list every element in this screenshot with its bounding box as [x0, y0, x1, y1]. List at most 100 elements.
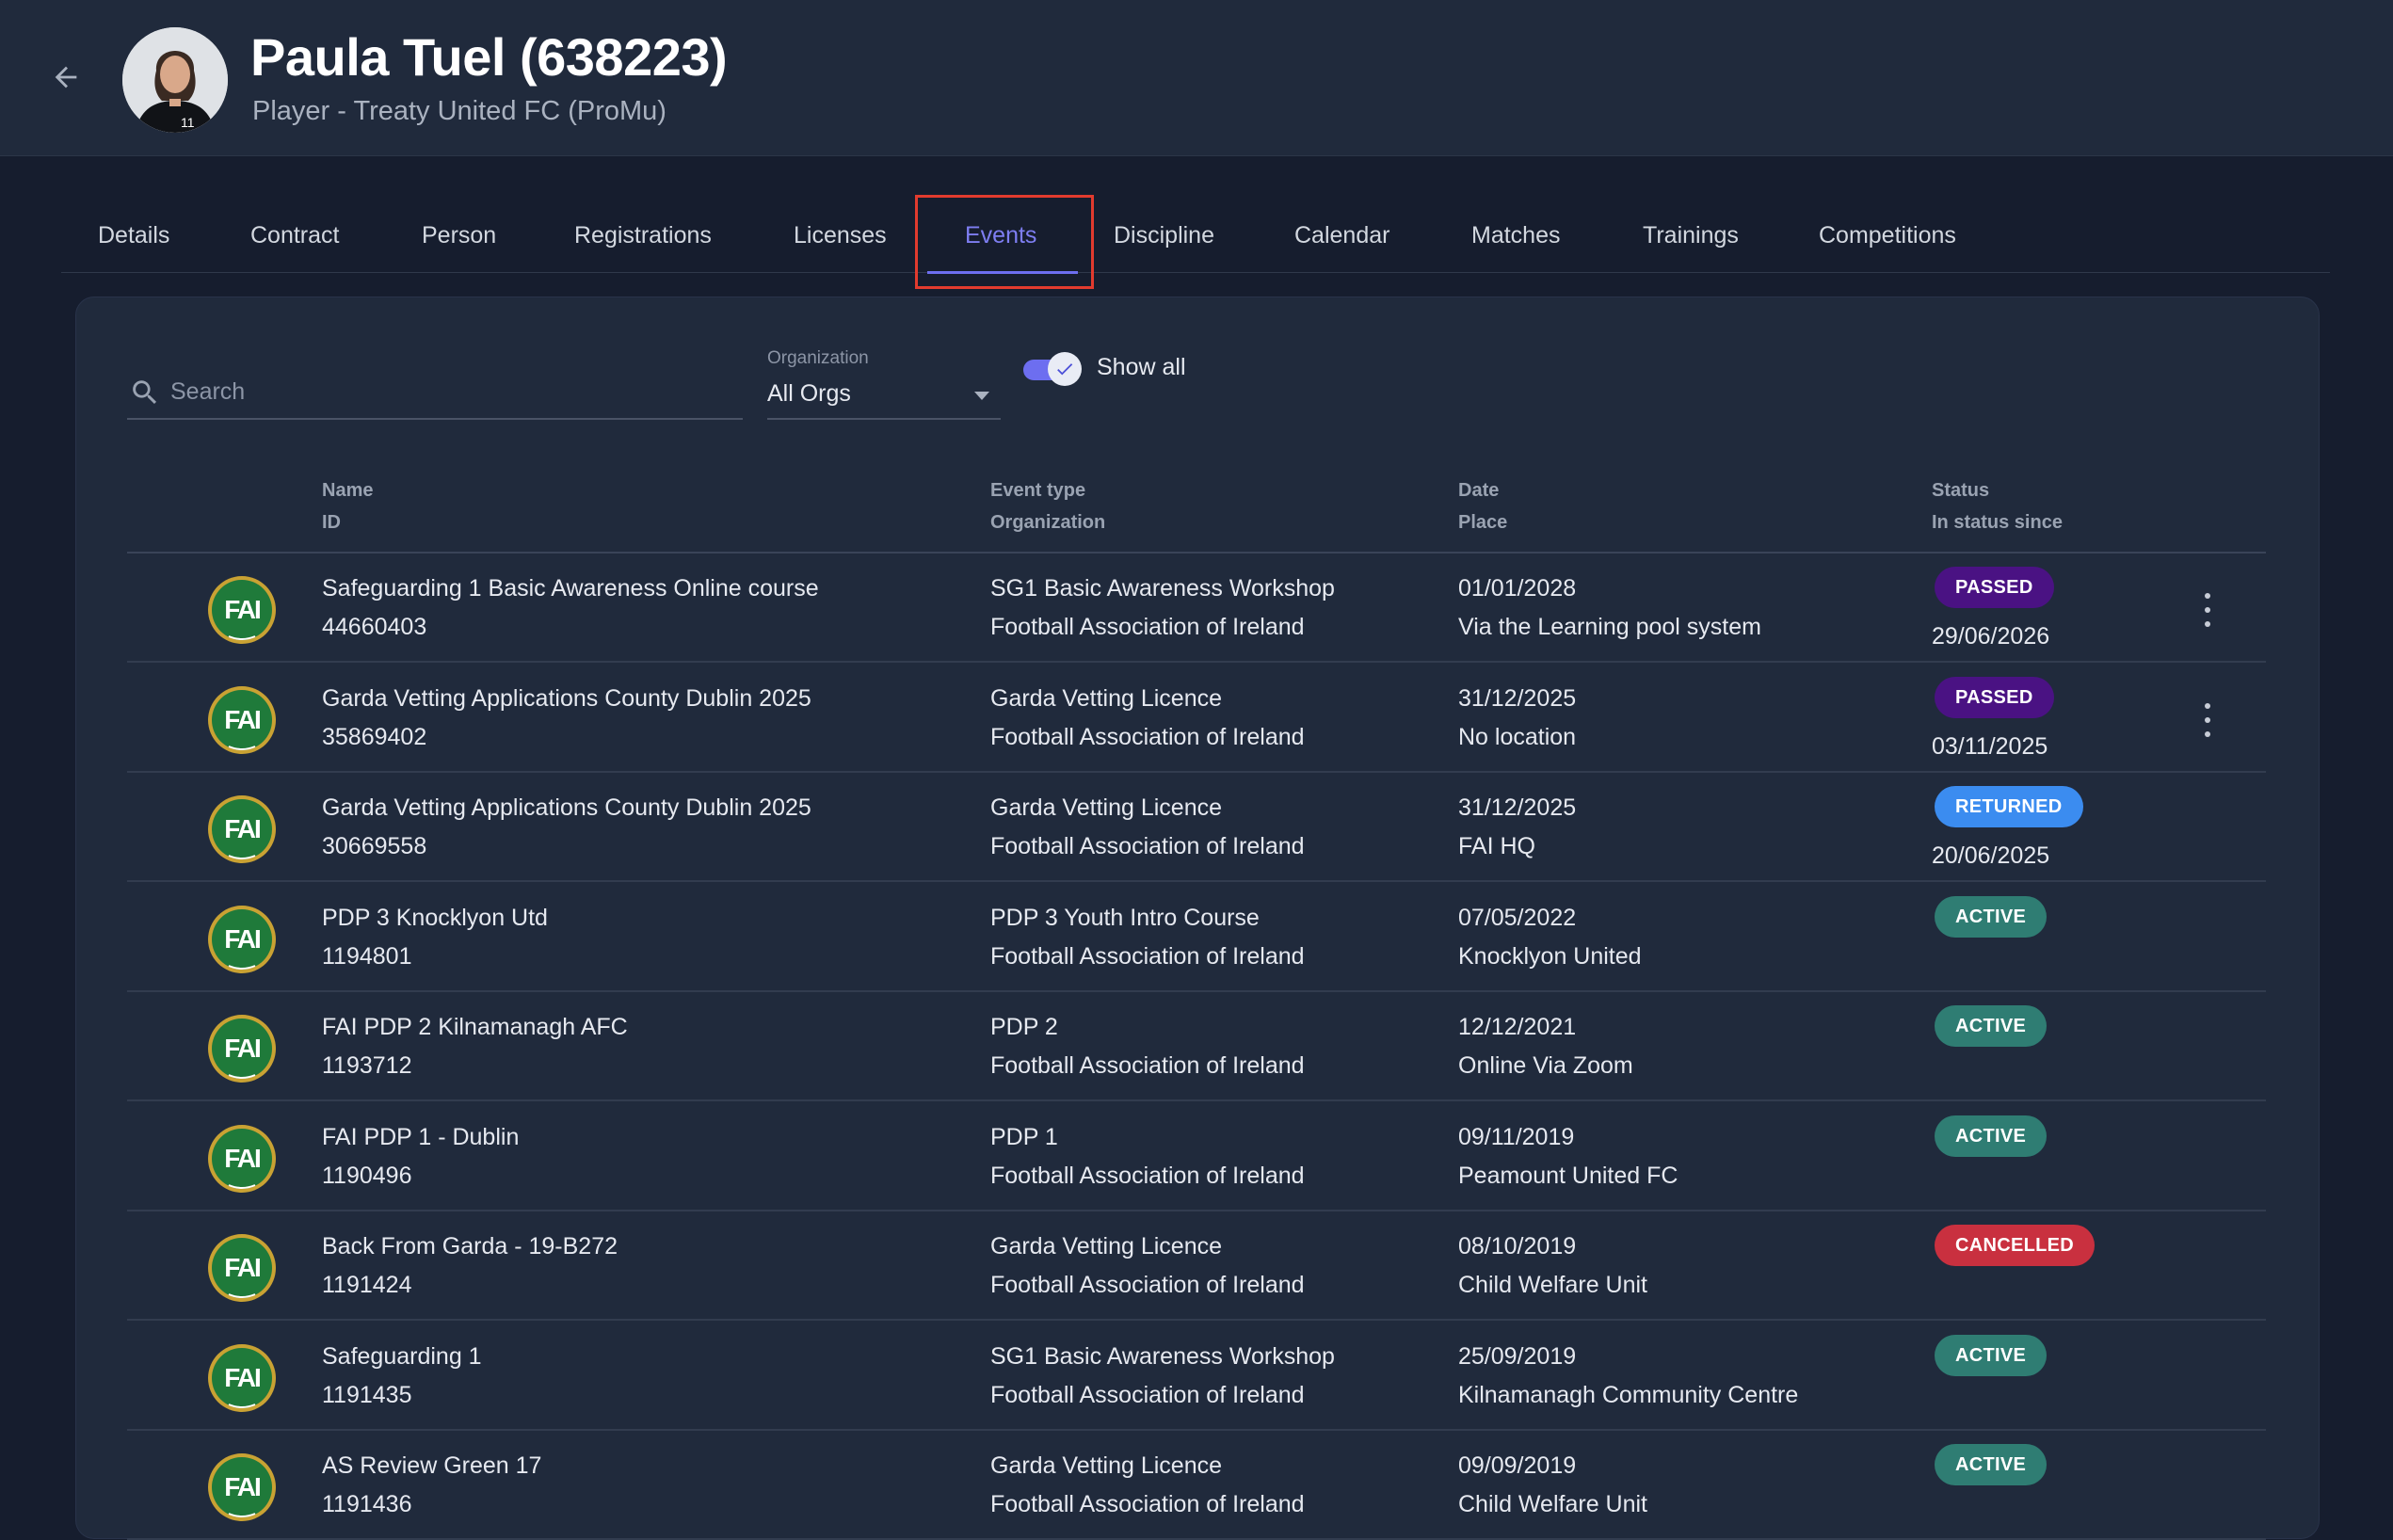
- tab-licenses[interactable]: Licenses: [794, 184, 887, 273]
- table-row[interactable]: FAI Safeguarding 1 1191435 SG1 Basic Awaren…: [127, 1322, 2266, 1431]
- fai-logo-icon: FAI: [208, 905, 276, 973]
- tab-matches[interactable]: Matches: [1471, 184, 1560, 273]
- event-organization: Football Association of Ireland: [990, 614, 1305, 640]
- fai-logo-text: FAI: [224, 1253, 260, 1282]
- status-badge: RETURNED: [1935, 786, 2083, 827]
- avatar: 11: [122, 27, 228, 133]
- search-field: [127, 367, 743, 420]
- fai-logo-icon: FAI: [208, 1343, 276, 1412]
- more-vert-icon[interactable]: [2198, 593, 2217, 627]
- event-type: Garda Vetting Licence: [990, 1452, 1222, 1479]
- event-place: Peamount United FC: [1458, 1162, 1678, 1189]
- status-since: 03/11/2025: [1932, 732, 2048, 760]
- event-type: SG1 Basic Awareness Workshop: [990, 575, 1335, 602]
- column-organization: Organization: [990, 512, 1106, 533]
- tab-contract[interactable]: Contract: [250, 184, 339, 273]
- event-date: 31/12/2025: [1458, 794, 1577, 821]
- event-type: PDP 1: [990, 1123, 1058, 1150]
- tab-trainings[interactable]: Trainings: [1643, 184, 1739, 273]
- fai-logo-text: FAI: [224, 705, 260, 734]
- event-id: 1194801: [322, 942, 412, 970]
- tab-calendar[interactable]: Calendar: [1294, 184, 1389, 273]
- event-place: Kilnamanagh Community Centre: [1458, 1381, 1799, 1408]
- event-organization: Football Association of Ireland: [990, 1162, 1305, 1189]
- column-status-since: In status since: [1932, 512, 2063, 533]
- event-name[interactable]: Garda Vetting Applications County Dublin…: [322, 794, 811, 822]
- event-place: Via the Learning pool system: [1458, 614, 1761, 640]
- show-all-label: Show all: [1097, 354, 1186, 380]
- column-event-type: Event type: [990, 480, 1086, 501]
- fai-logo-text: FAI: [224, 924, 260, 954]
- organization-select[interactable]: Organization All Orgs: [767, 345, 1001, 420]
- fai-logo-text: FAI: [224, 1144, 260, 1173]
- table-row[interactable]: FAI Safeguarding 1 Basic Awareness Online…: [127, 553, 2266, 663]
- event-id: 1193712: [322, 1052, 412, 1079]
- page-subtitle: Player - Treaty United FC (ProMu): [252, 96, 667, 126]
- tab-competitions[interactable]: Competitions: [1819, 184, 1956, 273]
- fai-logo-text: FAI: [224, 1363, 260, 1392]
- table-row[interactable]: FAI FAI PDP 1 - Dublin 1190496 PDP 1 Footbal…: [127, 1102, 2266, 1211]
- event-name[interactable]: Garda Vetting Applications County Dublin…: [322, 684, 811, 713]
- search-input[interactable]: [170, 375, 726, 409]
- event-place: Child Welfare Unit: [1458, 1272, 1648, 1298]
- event-organization: Football Association of Ireland: [990, 1052, 1305, 1079]
- status-since: 29/06/2026: [1932, 623, 2050, 650]
- event-name[interactable]: Safeguarding 1 Basic Awareness Online co…: [322, 574, 819, 602]
- fai-logo-text: FAI: [224, 1472, 260, 1501]
- show-all-toggle[interactable]: [1021, 352, 1084, 386]
- event-date: 08/10/2019: [1458, 1233, 1577, 1259]
- table-row[interactable]: FAI PDP 3 Knocklyon Utd 1194801 PDP 3 Youth…: [127, 883, 2266, 992]
- fai-logo-icon: FAI: [208, 576, 276, 644]
- tab-details[interactable]: Details: [98, 184, 169, 273]
- event-date: 07/05/2022: [1458, 904, 1577, 931]
- tab-registrations[interactable]: Registrations: [574, 184, 712, 273]
- event-organization: Football Association of Ireland: [990, 1381, 1305, 1408]
- event-type: Garda Vetting Licence: [990, 1233, 1222, 1259]
- event-name[interactable]: AS Review Green 17: [322, 1452, 541, 1480]
- table-row[interactable]: FAI AS Review Green 17 1191436 Garda Vettin…: [127, 1431, 2266, 1540]
- page-header: 11 Paula Tuel (638223) Player - Treaty U…: [0, 0, 2393, 156]
- event-name[interactable]: PDP 3 Knocklyon Utd: [322, 904, 548, 932]
- event-name[interactable]: Back From Garda - 19-B272: [322, 1232, 618, 1260]
- fai-logo-text: FAI: [224, 814, 260, 843]
- event-date: 12/12/2021: [1458, 1014, 1577, 1040]
- table-row[interactable]: FAI FAI PDP 2 Kilnamanagh AFC 1193712 PDP 2…: [127, 992, 2266, 1101]
- status-badge: PASSED: [1935, 676, 2054, 718]
- event-organization: Football Association of Ireland: [990, 833, 1305, 859]
- organization-label: Organization: [767, 348, 869, 368]
- fai-logo-icon: FAI: [208, 1453, 276, 1521]
- fai-logo-text: FAI: [224, 595, 260, 624]
- table-row[interactable]: FAI Garda Vetting Applications County Dub…: [127, 773, 2266, 882]
- event-id: 1191436: [322, 1491, 412, 1517]
- back-button[interactable]: [45, 56, 87, 98]
- header-name-id: Name ID: [322, 474, 373, 538]
- event-id: 1191424: [322, 1272, 412, 1298]
- tab-highlight-box: [915, 195, 1094, 289]
- caret-down-icon: [974, 392, 989, 400]
- event-place: Knocklyon United: [1458, 942, 1642, 970]
- more-vert-icon[interactable]: [2198, 702, 2217, 737]
- tab-bar: Details Contract Person Registrations Li…: [61, 184, 2330, 273]
- organization-value: All Orgs: [767, 380, 851, 407]
- event-name[interactable]: FAI PDP 1 - Dublin: [322, 1123, 519, 1151]
- table-row[interactable]: FAI Back From Garda - 19-B272 1191424 Garda…: [127, 1211, 2266, 1321]
- event-place: No location: [1458, 723, 1577, 750]
- status-badge: ACTIVE: [1935, 895, 2048, 938]
- event-type: PDP 2: [990, 1014, 1058, 1040]
- event-name[interactable]: FAI PDP 2 Kilnamanagh AFC: [322, 1013, 628, 1041]
- event-id: 44660403: [322, 614, 427, 640]
- event-date: 31/12/2025: [1458, 684, 1577, 712]
- fai-logo-text: FAI: [224, 1034, 260, 1063]
- page-title: Paula Tuel (638223): [250, 27, 728, 87]
- table-row[interactable]: FAI Garda Vetting Applications County Dub…: [127, 664, 2266, 773]
- column-place: Place: [1458, 512, 1508, 533]
- event-id: 1190496: [322, 1162, 412, 1189]
- tab-person[interactable]: Person: [422, 184, 496, 273]
- event-organization: Football Association of Ireland: [990, 723, 1305, 750]
- fai-logo-icon: FAI: [208, 685, 276, 754]
- column-id: ID: [322, 512, 341, 533]
- event-name[interactable]: Safeguarding 1: [322, 1342, 482, 1371]
- tab-discipline[interactable]: Discipline: [1114, 184, 1214, 273]
- event-organization: Football Association of Ireland: [990, 1272, 1305, 1298]
- header-event-type-org: Event type Organization: [990, 474, 1105, 538]
